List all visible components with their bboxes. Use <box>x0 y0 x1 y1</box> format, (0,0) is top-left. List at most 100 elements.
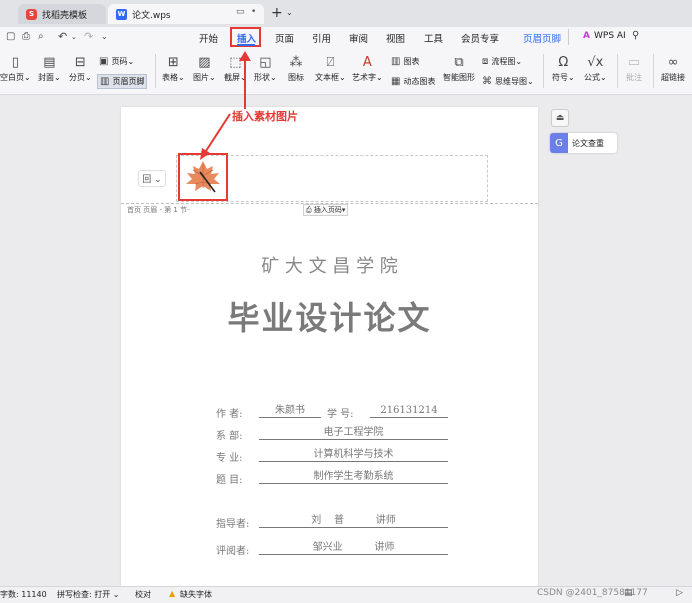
layout-options-icon: 回 ⌄ <box>142 175 162 185</box>
picture-button[interactable]: ▨ 图片⌄ <box>193 55 216 83</box>
menu-header-footer[interactable]: 页眉页脚 <box>523 31 561 45</box>
search-icon[interactable]: ⚲ <box>632 30 639 41</box>
header-footer-label: 页眉页脚 <box>112 77 145 86</box>
collapse-up-icon: ⏏ <box>555 113 565 123</box>
picture-icon: ▨ <box>198 54 211 70</box>
new-tab-icon[interactable]: + <box>271 5 283 21</box>
mindmap-button[interactable]: ⌘ 思维导图 ⌄ <box>482 76 534 87</box>
mindmap-label: 思维导图 <box>495 77 527 86</box>
page-break-label: 分页⌄ <box>69 73 92 82</box>
menu-view[interactable]: 视图 <box>386 31 405 45</box>
picture-label: 图片⌄ <box>193 73 216 82</box>
document-title: 毕业设计论文 <box>227 299 432 337</box>
menu-insert[interactable]: 插入 <box>237 31 256 45</box>
formula-button[interactable]: √x 公式⌄ <box>584 55 607 83</box>
collapse-panel-button[interactable]: ⏏ <box>551 109 569 127</box>
menu-review[interactable]: 审阅 <box>349 31 368 45</box>
menu-start[interactable]: 开始 <box>199 31 218 45</box>
tab-templates-label: 找稻壳模板 <box>42 10 88 21</box>
insert-ribbon: ▯ 空白页⌄ ▤ 封面⌄ ⊟ 分页⌄ ▣ 页码 ⌄ ▥ 页眉页脚 ⊞ 表格⌄ ▨ 图片… <box>0 49 692 95</box>
header-footer-button[interactable]: ▥ 页眉页脚 <box>97 74 148 89</box>
menu-tools[interactable]: 工具 <box>424 31 443 45</box>
monitor-icon[interactable]: ▭ <box>236 7 245 17</box>
undo-icon[interactable]: ↶ <box>58 30 67 43</box>
advisor-label: 指导者: <box>216 519 250 530</box>
page-break-button[interactable]: ⊟ 分页⌄ <box>69 55 92 83</box>
redo-icon[interactable]: ↷ <box>84 30 93 43</box>
proofread-button[interactable]: 校对 <box>135 589 151 600</box>
menu-bar: ▢ ⎙ ⌕ ↶ ⌄ ↷ ⌄ 开始 插入 页面 引用 审阅 视图 工具 会员专享 … <box>0 27 692 49</box>
unsaved-dot-icon: • <box>251 7 257 17</box>
textbox-button[interactable]: ⍁ 文本框⌄ <box>315 55 346 83</box>
tab-list-chevron-icon[interactable]: ⌄ <box>286 8 293 17</box>
wordart-label: 艺术字⌄ <box>352 73 383 82</box>
plagiarism-check-label: 论文查重 <box>572 138 604 148</box>
layout-options-button[interactable]: 回 ⌄ <box>138 170 166 187</box>
flowchart-button[interactable]: ⧈ 流程图 ⌄ <box>482 56 522 67</box>
symbol-button[interactable]: Ω 符号⌄ <box>552 55 575 83</box>
blank-page-button[interactable]: ▯ 空白页⌄ <box>0 55 31 83</box>
icon-button[interactable]: ⁂ 图标 <box>288 55 304 83</box>
link-icon: ∞ <box>667 54 679 70</box>
play-icon[interactable]: ▷ <box>676 588 683 598</box>
smart-graphic-icon: ⧉ <box>454 54 464 70</box>
table-button[interactable]: ⊞ 表格⌄ <box>162 55 185 83</box>
department-label: 系 部: <box>216 431 243 442</box>
dynamic-chart-button[interactable]: ▦ 动态图表 <box>391 76 435 87</box>
page-number-icon: ▣ <box>99 56 109 67</box>
textbox-label: 文本框⌄ <box>315 73 346 82</box>
menu-icon[interactable]: ▢ <box>6 31 15 42</box>
wordart-button[interactable]: A 艺术字⌄ <box>352 55 383 83</box>
topic-label: 题 目: <box>216 475 243 486</box>
icon-gallery-icon: ⁂ <box>289 54 303 70</box>
plagiarism-check-button[interactable]: G 论文查重 <box>550 133 617 153</box>
ribbon-divider-4 <box>653 54 654 88</box>
comment-button[interactable]: ▭ 批注 <box>626 55 642 83</box>
smart-graphic-button[interactable]: ⧉ 智能图形 <box>443 55 475 83</box>
menu-references[interactable]: 引用 <box>312 31 331 45</box>
spell-check-toggle[interactable]: 拼写检查: 打开 ⌄ <box>57 589 120 600</box>
warning-icon: ▲ <box>169 589 176 598</box>
page-number-label: 页码 <box>111 57 128 66</box>
hyperlink-button[interactable]: ∞ 超链接 <box>661 55 685 83</box>
omega-icon: Ω <box>558 54 569 70</box>
view-mode-icon[interactable]: ▤ <box>624 588 633 598</box>
tab-document[interactable]: W 论文.wps ▭ • <box>108 4 264 24</box>
title-tab-bar: S 找稻壳模板 W 论文.wps ▭ • + ⌄ <box>0 0 692 27</box>
undo-chevron-icon[interactable]: ⌄ <box>71 33 77 41</box>
page-number-button[interactable]: ▣ 页码 ⌄ <box>99 56 134 67</box>
dynamic-chart-label: 动态图表 <box>403 77 436 86</box>
missing-font-button[interactable]: 缺失字体 <box>180 589 212 600</box>
print-icon[interactable]: ⎙ <box>22 31 30 42</box>
wps-ai-button[interactable]: WPS AI <box>594 31 626 41</box>
comment-label: 批注 <box>626 73 642 82</box>
quick-access-chevron-icon[interactable]: ⌄ <box>101 32 108 41</box>
flowchart-label: 流程图 <box>491 57 516 66</box>
flowchart-icon: ⧈ <box>482 56 489 67</box>
tab-templates[interactable]: S 找稻壳模板 <box>18 4 106 24</box>
author-label: 作 者: <box>216 409 243 420</box>
menu-page[interactable]: 页面 <box>275 31 294 45</box>
student-id-label: 学 号: <box>327 409 354 420</box>
word-count[interactable]: 字数: 11140 <box>0 589 47 600</box>
cover-button[interactable]: ▤ 封面⌄ <box>38 55 61 83</box>
status-bar: 字数: 11140 拼写检查: 打开 ⌄ 校对 ▲ 缺失字体 CSDN @240… <box>0 586 692 603</box>
plagiarism-check-icon: G <box>550 133 568 153</box>
chart-button[interactable]: ▥ 图表 <box>391 56 419 67</box>
table-icon: ⊞ <box>167 54 179 70</box>
document-page[interactable]: 首页 页眉 - 第 1 节- ⎙ 插入页码▾ 回 ⌄ 矿 大 文 昌 学 院 毕… <box>121 107 538 587</box>
menu-member[interactable]: 会员专享 <box>461 31 499 45</box>
icon-label: 图标 <box>288 73 304 82</box>
author-value: 朱颜书 <box>259 405 321 418</box>
insert-page-number-button[interactable]: ⎙ 插入页码▾ <box>303 204 349 216</box>
textbox-icon: ⍁ <box>326 54 335 70</box>
major-label: 专 业: <box>216 453 243 464</box>
shape-button[interactable]: ◱ 形状⌄ <box>254 55 277 83</box>
ribbon-divider-3 <box>617 54 618 88</box>
print-preview-icon[interactable]: ⌕ <box>38 31 44 42</box>
tab-document-label: 论文.wps <box>132 10 171 21</box>
advisor-value: 刘 普 讲师 <box>259 515 448 528</box>
smart-graphic-label: 智能图形 <box>443 73 475 82</box>
annotation-arrow-up-icon <box>239 51 251 109</box>
maple-leaf-icon <box>186 161 220 193</box>
